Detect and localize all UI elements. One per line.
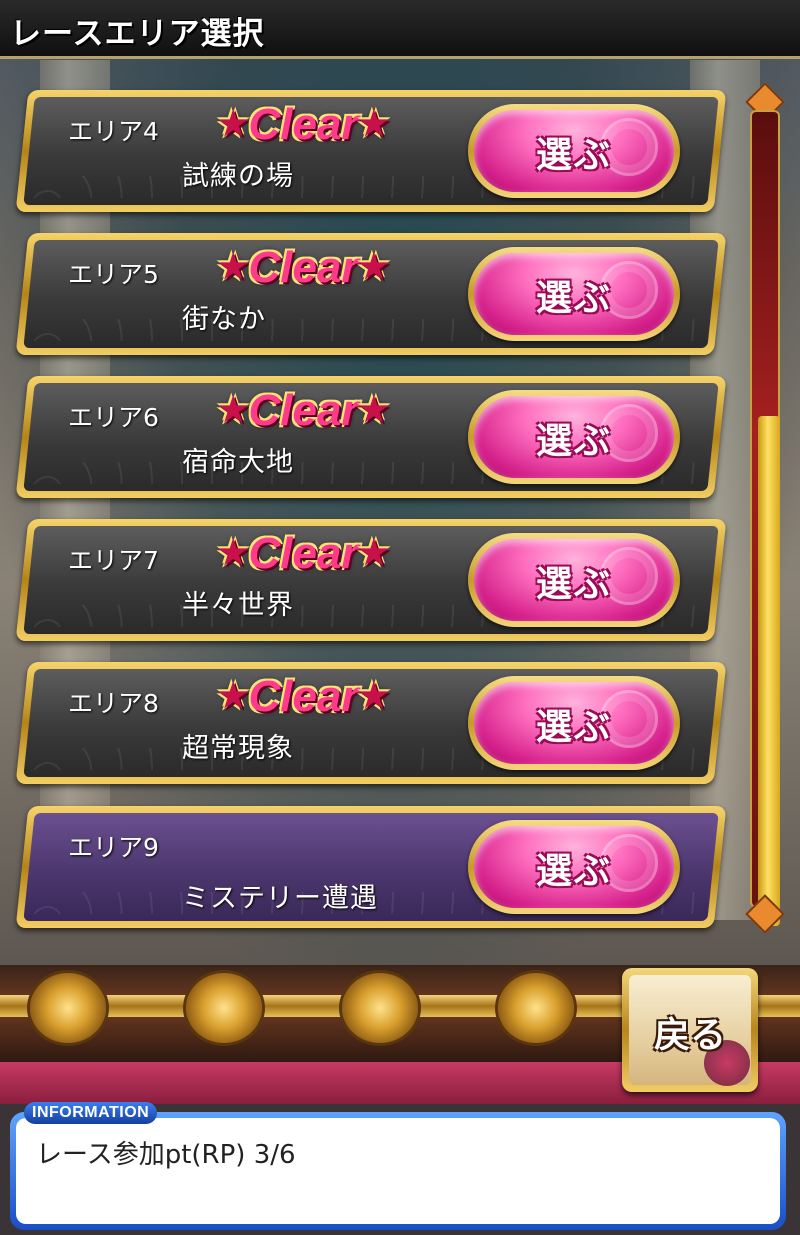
area-card-9: エリア9 ミステリー遭遇 選ぶ (15, 806, 727, 928)
back-button-label: 戻る (653, 1015, 726, 1056)
title-bar: レースエリア選択 (0, 0, 800, 59)
star-icon: ★ (218, 677, 249, 715)
information-text: レース参加pt(RP) 3/6 (36, 1140, 296, 1170)
information-tag: INFORMATION (24, 1102, 158, 1124)
gold-rose-icon (186, 973, 262, 1043)
select-button-area-7[interactable]: 選ぶ (468, 533, 680, 627)
area-name: 街なか (182, 304, 266, 335)
area-card-5: エリア5 ★Clear★ 街なか 選ぶ (15, 233, 727, 355)
select-button-label: 選ぶ (535, 707, 612, 748)
area-name: ミステリー遭遇 (182, 883, 378, 914)
gold-rose-icon (30, 973, 106, 1043)
back-button[interactable]: 戻る (622, 968, 758, 1092)
clear-label: Clear (248, 243, 359, 292)
select-button-area-9[interactable]: 選ぶ (468, 820, 680, 914)
rose-ornaments (30, 973, 574, 1043)
star-icon: ★ (358, 248, 390, 286)
select-button-label: 選ぶ (535, 851, 612, 892)
gold-rose-icon (498, 973, 574, 1043)
area-card-4: エリア4 ★Clear★ 試練の場 選ぶ (15, 90, 727, 212)
star-icon: ★ (358, 677, 390, 715)
clear-badge: ★Clear★ (218, 672, 389, 722)
clear-badge: ★Clear★ (218, 386, 389, 436)
star-icon: ★ (358, 391, 390, 429)
clear-label: Clear (248, 386, 359, 435)
star-icon: ★ (218, 105, 249, 143)
area-card-7: エリア7 ★Clear★ 半々世界 選ぶ (15, 519, 727, 641)
information-panel: レース参加pt(RP) 3/6 INFORMATION (10, 1102, 786, 1230)
area-number: エリア8 (68, 689, 159, 718)
star-icon: ★ (218, 534, 249, 572)
area-name: 半々世界 (182, 590, 294, 621)
scrollbar-track[interactable] (750, 110, 780, 926)
star-icon: ★ (218, 391, 249, 429)
select-button-label: 選ぶ (535, 564, 612, 605)
area-number: エリア6 (68, 403, 159, 432)
clear-label: Clear (248, 672, 359, 721)
area-name: 試練の場 (182, 161, 294, 192)
area-card-8: エリア8 ★Clear★ 超常現象 選ぶ (15, 662, 727, 784)
scrollbar[interactable] (745, 82, 785, 934)
clear-label: Clear (248, 100, 359, 149)
select-button-label: 選ぶ (535, 135, 612, 176)
area-number: エリア5 (68, 260, 159, 289)
area-number: エリア9 (68, 833, 159, 862)
area-name: 宿命大地 (182, 447, 294, 478)
area-number: エリア4 (68, 117, 159, 146)
page-title: レースエリア選択 (10, 16, 265, 52)
area-number: エリア7 (68, 546, 159, 575)
select-button-area-4[interactable]: 選ぶ (468, 104, 680, 198)
select-button-label: 選ぶ (535, 278, 612, 319)
star-icon: ★ (218, 248, 249, 286)
star-icon: ★ (358, 534, 390, 572)
select-button-label: 選ぶ (535, 421, 612, 462)
area-name: 超常現象 (182, 733, 294, 764)
clear-badge: ★Clear★ (218, 243, 389, 293)
select-button-area-5[interactable]: 選ぶ (468, 247, 680, 341)
select-button-area-6[interactable]: 選ぶ (468, 390, 680, 484)
clear-label: Clear (248, 529, 359, 578)
select-button-area-8[interactable]: 選ぶ (468, 676, 680, 770)
gold-rose-icon (342, 973, 418, 1043)
information-box: レース参加pt(RP) 3/6 (16, 1118, 780, 1224)
clear-badge: ★Clear★ (218, 100, 389, 150)
star-icon: ★ (358, 105, 390, 143)
clear-badge: ★Clear★ (218, 529, 389, 579)
area-card-6: エリア6 ★Clear★ 宿命大地 選ぶ (15, 376, 727, 498)
scrollbar-thumb[interactable] (758, 416, 780, 926)
